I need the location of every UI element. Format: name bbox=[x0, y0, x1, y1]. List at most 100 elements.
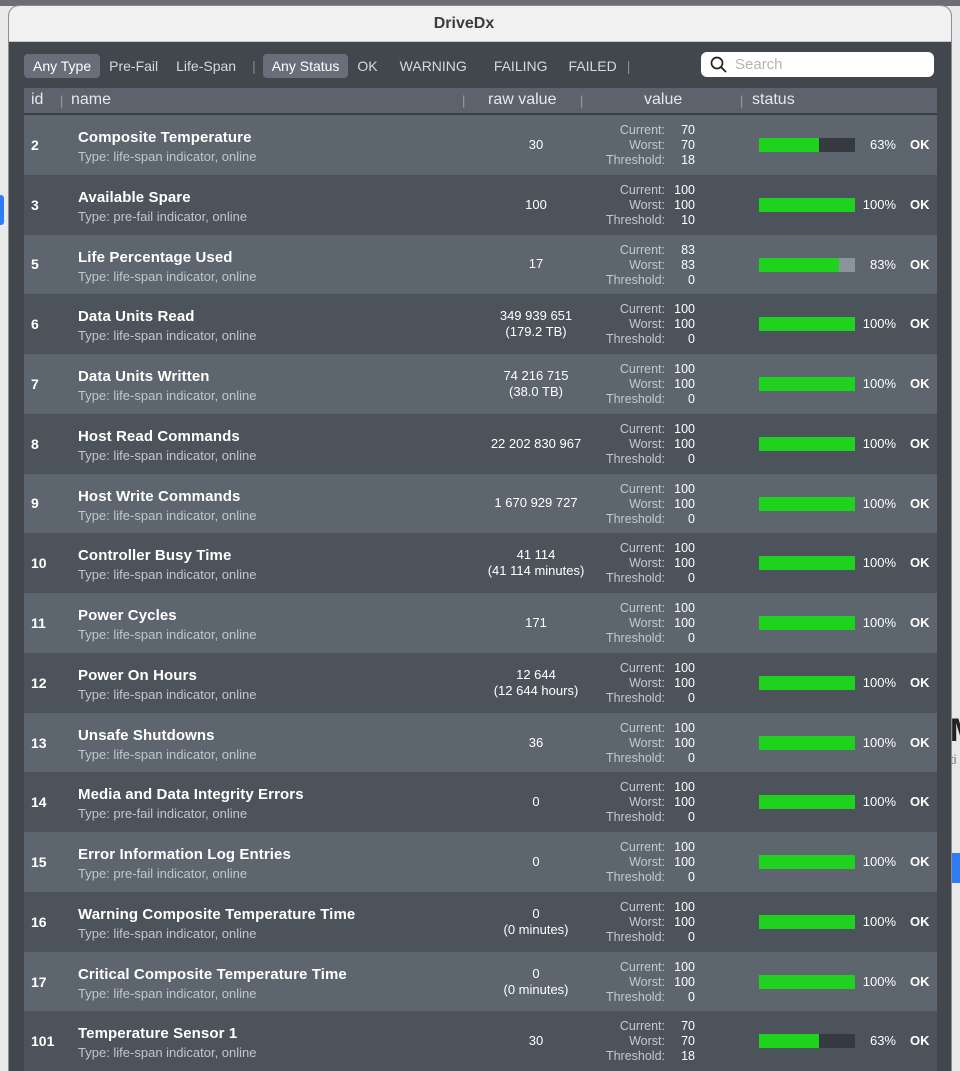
current-label: Current: bbox=[619, 959, 665, 974]
attribute-id: 14 bbox=[31, 794, 47, 811]
table-row[interactable]: 11 Power Cycles Type: life-span indicato… bbox=[24, 593, 937, 653]
current-label: Current: bbox=[619, 660, 665, 675]
table-row[interactable]: 3 Available Spare Type: pre-fail indicat… bbox=[24, 174, 937, 235]
status-badge: OK bbox=[910, 495, 930, 511]
current-value: 100 bbox=[674, 720, 695, 735]
column-header-status[interactable]: status bbox=[752, 91, 795, 109]
status-badge: OK bbox=[910, 316, 930, 332]
attribute-id: 8 bbox=[31, 435, 39, 452]
worst-value: 100 bbox=[674, 795, 695, 810]
value-block: Current: 70 Worst: 70 Threshold: 18 bbox=[584, 1019, 696, 1064]
current-label: Current: bbox=[619, 242, 665, 257]
health-progress-fill bbox=[759, 1034, 820, 1049]
title-bar[interactable]: DriveDx bbox=[9, 6, 951, 42]
column-header-raw-value[interactable]: raw value bbox=[488, 91, 556, 109]
table-row[interactable]: 13 Unsafe Shutdowns Type: life-span indi… bbox=[24, 712, 937, 773]
worst-label: Worst: bbox=[629, 556, 665, 571]
search-input[interactable] bbox=[733, 55, 927, 74]
worst-value: 100 bbox=[674, 974, 695, 989]
current-label: Current: bbox=[619, 481, 665, 496]
health-progress-bar bbox=[759, 197, 855, 212]
threshold-label: Threshold: bbox=[605, 392, 665, 407]
table-row[interactable]: 6 Data Units Read Type: life-span indica… bbox=[24, 294, 937, 355]
attributes-table: id | name | raw value | value | status 2… bbox=[24, 88, 937, 1071]
current-label: Current: bbox=[619, 840, 665, 855]
worst-value: 100 bbox=[674, 197, 695, 212]
current-value: 100 bbox=[674, 302, 695, 317]
threshold-label: Threshold: bbox=[605, 690, 665, 705]
attribute-type: Type: life-span indicator, online bbox=[78, 746, 257, 762]
filter-ok[interactable]: OK bbox=[348, 54, 386, 78]
threshold-label: Threshold: bbox=[605, 511, 665, 526]
filter-failed[interactable]: FAILED bbox=[560, 54, 626, 78]
table-row[interactable]: 9 Host Write Commands Type: life-span in… bbox=[24, 473, 937, 534]
table-row[interactable]: 12 Power On Hours Type: life-span indica… bbox=[24, 652, 937, 713]
health-progress-bar bbox=[759, 675, 855, 690]
table-body: 2 Composite Temperature Type: life-span … bbox=[24, 115, 937, 1071]
filter-pre-fail[interactable]: Pre-Fail bbox=[100, 54, 167, 78]
health-percent: 100% bbox=[862, 854, 896, 870]
current-value: 70 bbox=[681, 1019, 695, 1034]
table-row[interactable]: 8 Host Read Commands Type: life-span ind… bbox=[24, 413, 937, 474]
health-progress-bar bbox=[759, 138, 855, 152]
threshold-label: Threshold: bbox=[605, 929, 665, 944]
health-progress-fill bbox=[759, 496, 855, 511]
attribute-id: 7 bbox=[31, 375, 39, 392]
worst-value: 100 bbox=[674, 735, 695, 750]
value-block: Current: 70 Worst: 70 Threshold: 18 bbox=[584, 123, 696, 168]
current-label: Current: bbox=[619, 601, 665, 616]
attribute-id: 9 bbox=[31, 495, 39, 512]
threshold-value: 0 bbox=[688, 989, 695, 1004]
attribute-id: 6 bbox=[31, 316, 39, 333]
attribute-type: Type: pre-fail indicator, online bbox=[78, 806, 248, 822]
health-progress-bar bbox=[759, 795, 855, 810]
table-row[interactable]: 17 Critical Composite Temperature Time T… bbox=[24, 951, 937, 1012]
worst-value: 100 bbox=[674, 496, 695, 511]
attribute-name: Composite Temperature bbox=[78, 129, 252, 146]
filter-warning[interactable]: WARNING bbox=[391, 54, 476, 78]
threshold-value: 0 bbox=[688, 571, 695, 586]
worst-label: Worst: bbox=[629, 197, 665, 212]
filter-any-type[interactable]: Any Type bbox=[24, 54, 101, 78]
current-value: 100 bbox=[674, 660, 695, 675]
worst-value: 100 bbox=[674, 377, 695, 392]
search-box[interactable] bbox=[701, 52, 934, 77]
health-progress-fill bbox=[759, 436, 855, 451]
table-row[interactable]: 10 Controller Busy Time Type: life-span … bbox=[24, 533, 937, 594]
worst-label: Worst: bbox=[629, 974, 665, 989]
threshold-label: Threshold: bbox=[605, 571, 665, 586]
table-row[interactable]: 2 Composite Temperature Type: life-span … bbox=[24, 115, 937, 175]
current-label: Current: bbox=[619, 541, 665, 556]
health-progress-fill bbox=[759, 377, 855, 392]
threshold-value: 0 bbox=[688, 750, 695, 765]
current-label: Current: bbox=[619, 720, 665, 735]
table-row[interactable]: 7 Data Units Written Type: life-span ind… bbox=[24, 354, 937, 414]
value-block: Current: 100 Worst: 100 Threshold: 0 bbox=[584, 840, 696, 885]
table-row[interactable]: 101 Temperature Sensor 1 Type: life-span… bbox=[24, 1011, 937, 1071]
table-row[interactable]: 5 Life Percentage Used Type: life-span i… bbox=[24, 234, 937, 295]
table-row[interactable]: 14 Media and Data Integrity Errors Type:… bbox=[24, 772, 937, 833]
status-badge: OK bbox=[910, 137, 930, 152]
current-label: Current: bbox=[619, 302, 665, 317]
table-row[interactable]: 15 Error Information Log Entries Type: p… bbox=[24, 832, 937, 892]
value-block: Current: 100 Worst: 100 Threshold: 0 bbox=[584, 601, 696, 646]
attribute-type: Type: pre-fail indicator, online bbox=[78, 866, 248, 882]
attribute-type: Type: life-span indicator, online bbox=[78, 627, 257, 643]
column-header-id[interactable]: id bbox=[31, 91, 43, 109]
health-percent: 100% bbox=[862, 674, 896, 690]
filter-any-status[interactable]: Any Status bbox=[262, 54, 349, 78]
attribute-id: 11 bbox=[31, 615, 46, 631]
table-row[interactable]: 16 Warning Composite Temperature Time Ty… bbox=[24, 891, 937, 952]
health-progress-bar bbox=[759, 1034, 855, 1049]
filter-failing[interactable]: FAILING bbox=[485, 54, 557, 78]
health-percent: 100% bbox=[862, 615, 896, 631]
value-block: Current: 100 Worst: 100 Threshold: 0 bbox=[584, 422, 696, 467]
column-header-value[interactable]: value bbox=[644, 91, 682, 109]
worst-label: Worst: bbox=[629, 616, 665, 631]
threshold-label: Threshold: bbox=[605, 1049, 665, 1064]
attribute-name: Data Units Written bbox=[78, 368, 210, 386]
filter-separator: | bbox=[252, 58, 256, 74]
threshold-label: Threshold: bbox=[605, 750, 665, 765]
filter-life-span[interactable]: Life-Span bbox=[167, 54, 245, 78]
column-header-name[interactable]: name bbox=[71, 91, 111, 109]
